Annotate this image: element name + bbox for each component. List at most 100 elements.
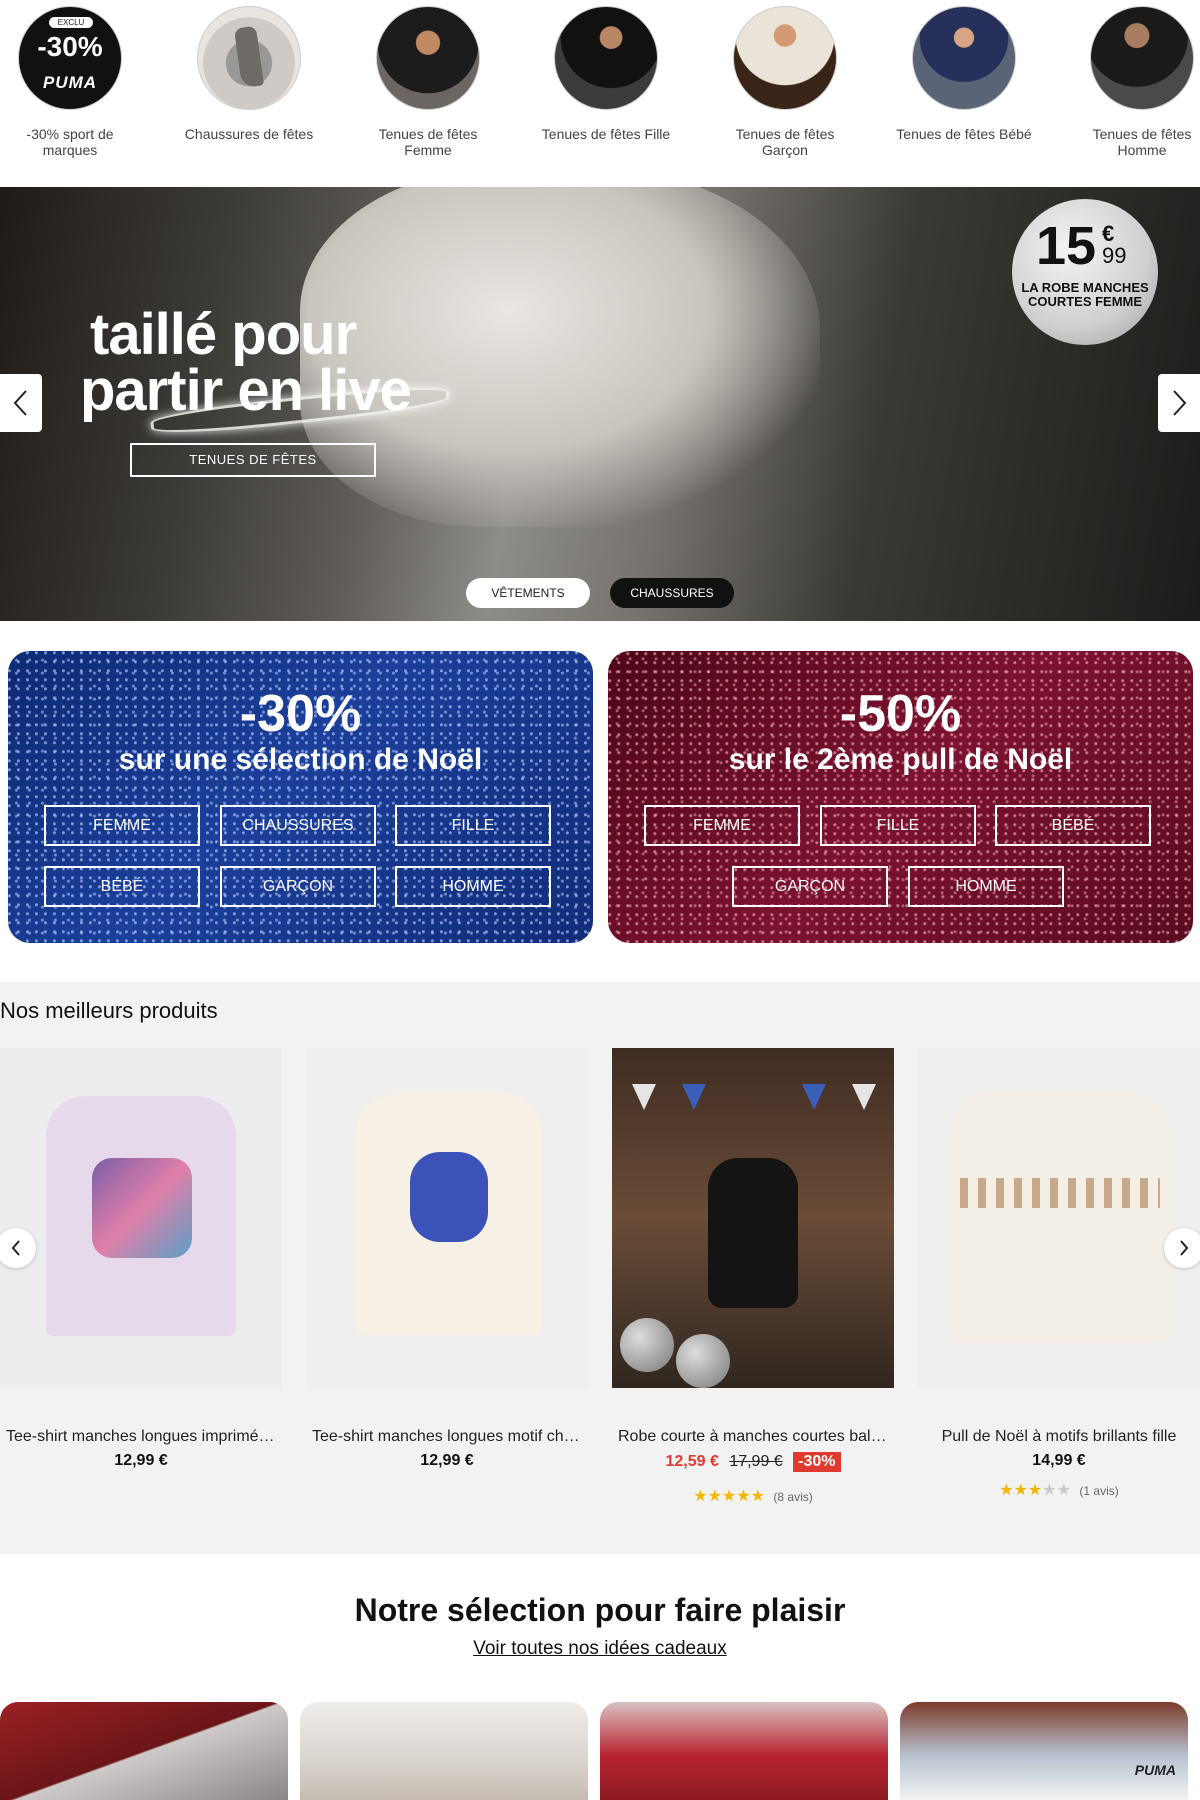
hero-next-button[interactable] <box>1158 374 1200 432</box>
gift-card-slippers[interactable] <box>300 1702 588 1800</box>
promo-block-30: -30% sur une sélection de Noël FEMME CHA… <box>8 651 593 943</box>
category-label: Tenues de fêtes Femme <box>378 126 478 158</box>
hero-headline-line1: taillé pour <box>90 302 357 367</box>
promo-button-bebe[interactable]: BÉBÉ <box>995 805 1151 846</box>
chevron-left-icon <box>11 1240 20 1256</box>
old-price: 17,99 € <box>729 1453 783 1470</box>
star-icon: ★★★ <box>999 1482 1043 1499</box>
promo-block-50: -50% sur le 2ème pull de Noël FEMME FILL… <box>608 651 1193 943</box>
product-image[interactable] <box>306 1048 588 1388</box>
product-image[interactable] <box>612 1048 894 1388</box>
promo-percent: -50% <box>839 685 962 743</box>
category-image-woman <box>376 6 480 110</box>
category-image-boy <box>733 6 837 110</box>
category-party-man[interactable]: Tenues de fêtes Homme <box>1072 6 1200 158</box>
category-label: -30% sport de marques <box>26 126 114 158</box>
promo-button-homme[interactable]: HOMME <box>908 866 1064 907</box>
category-sport-brands[interactable]: EXCLU -30% PUMA -30% sport de marques <box>0 6 140 158</box>
price-badge: 15 € 99 LA ROBE MANCHES COURTES FEMME <box>1012 199 1158 345</box>
promo-button-garcon[interactable]: GARÇON <box>220 866 376 907</box>
star-empty-icon: ★★ <box>1042 1482 1071 1499</box>
exclu-badge: EXCLU <box>49 17 93 28</box>
shirt-print <box>92 1158 192 1258</box>
product-card[interactable]: Robe courte à manches courtes ballon 12,… <box>612 1048 894 1506</box>
bunting-flag <box>852 1084 876 1110</box>
product-price: 12,99 € <box>420 1452 474 1469</box>
hero-headline: taillé pour partir en live <box>80 302 412 423</box>
disco-ball <box>676 1334 730 1388</box>
star-half-icon: ★ <box>750 1488 765 1505</box>
chevron-left-icon <box>13 390 27 416</box>
hero-pill-shoes[interactable]: CHAUSSURES <box>610 578 734 608</box>
category-label: Tenues de fêtes Bébé <box>896 126 1032 142</box>
hero-pill-clothing[interactable]: VÊTEMENTS <box>466 578 590 608</box>
hero-banner[interactable]: taillé pour partir en live TENUES DE FÊT… <box>0 187 1200 621</box>
puma-logo: PUMA <box>42 73 98 92</box>
category-party-shoes[interactable]: Chaussures de fêtes <box>179 6 319 142</box>
promo-button-femme[interactable]: FEMME <box>644 805 800 846</box>
category-label: Tenues de fêtes Garçon <box>735 126 835 158</box>
gift-card-puma-socks[interactable]: PUMA <box>900 1702 1188 1800</box>
product-price: 12,99 € <box>114 1452 168 1469</box>
star-icon: ★★★★ <box>693 1488 751 1505</box>
products-next-button[interactable] <box>1164 1228 1200 1268</box>
promo-button-femme[interactable]: FEMME <box>44 805 200 846</box>
disco-ball <box>620 1318 674 1372</box>
sale-price: 12,59 € <box>665 1453 719 1470</box>
review-count: (8 avis) <box>773 1490 813 1504</box>
promo-subtitle: sur le 2ème pull de Noël <box>728 743 1073 776</box>
selection-title: Notre sélection pour faire plaisir <box>354 1592 846 1628</box>
hero-prev-button[interactable] <box>0 374 42 432</box>
category-image-girl <box>554 6 658 110</box>
promo-button-garcon[interactable]: GARÇON <box>732 866 888 907</box>
category-party-girl[interactable]: Tenues de fêtes Fille <box>536 6 676 142</box>
category-label: Chaussures de fêtes <box>184 126 314 142</box>
gift-card-sweaters[interactable] <box>0 1702 288 1800</box>
gift-card-christmas-outfits[interactable] <box>600 1702 888 1800</box>
price-description: LA ROBE MANCHES COURTES FEMME <box>1021 280 1149 309</box>
category-label: Tenues de fêtes Homme <box>1092 126 1192 158</box>
rating-stars[interactable]: ★★★★★ (8 avis) <box>612 1486 894 1506</box>
promo-subtitle: sur une sélection de Noël <box>118 743 483 776</box>
product-name[interactable]: Pull de Noël à motifs brillants fille <box>918 1428 1200 1446</box>
category-party-woman[interactable]: Tenues de fêtes Femme <box>358 6 498 158</box>
shirt-print <box>410 1152 488 1242</box>
rating-stars[interactable]: ★★★★★ (1 avis) <box>918 1480 1200 1500</box>
discount-badge: -30% <box>793 1452 841 1472</box>
product-image[interactable] <box>918 1048 1200 1388</box>
price-cents: 99 <box>1102 243 1127 268</box>
product-name[interactable]: Robe courte à manches courtes ballon <box>612 1428 894 1446</box>
bunting-flag <box>682 1084 706 1110</box>
product-card[interactable]: Tee-shirt manches longues imprimé KPOP D… <box>0 1048 282 1470</box>
category-image-man <box>1090 6 1194 110</box>
product-price: 14,99 € <box>1032 1452 1086 1469</box>
chevron-right-icon <box>1173 390 1187 416</box>
product-card[interactable]: Pull de Noël à motifs brillants fille 14… <box>918 1048 1200 1500</box>
product-price: 12,59 € 17,99 € -30% <box>612 1452 894 1472</box>
bunting-flag <box>802 1084 826 1110</box>
price-euros: 15 <box>1036 216 1097 276</box>
product-image[interactable] <box>0 1048 282 1388</box>
promo-button-bebe[interactable]: BÉBÉ <box>44 866 200 907</box>
promo-button-fille[interactable]: FILLE <box>820 805 976 846</box>
hero-headline-line2: partir en live <box>80 358 412 423</box>
product-card[interactable]: Tee-shirt manches longues motif chat KPO… <box>306 1048 588 1470</box>
category-party-baby[interactable]: Tenues de fêtes Bébé <box>894 6 1034 142</box>
promo-button-fille[interactable]: FILLE <box>395 805 551 846</box>
category-image-baby <box>912 6 1016 110</box>
hero-cta-button[interactable]: TENUES DE FÊTES <box>130 443 376 477</box>
category-image-puma: EXCLU -30% PUMA <box>18 6 122 110</box>
bunting-flag <box>632 1084 656 1110</box>
promo-button-chaussures[interactable]: CHAUSSURES <box>220 805 376 846</box>
chevron-right-icon <box>1180 1240 1189 1256</box>
promo-button-homme[interactable]: HOMME <box>395 866 551 907</box>
gift-ideas-link[interactable]: Voir toutes nos idées cadeaux <box>0 1638 1200 1660</box>
puma-logo: PUMA <box>1134 1762 1176 1778</box>
category-image-shoes <box>197 6 301 110</box>
section-title: Nos meilleurs produits <box>0 998 218 1023</box>
category-party-boy[interactable]: Tenues de fêtes Garçon <box>715 6 855 158</box>
promo-percent: -30% <box>239 685 362 743</box>
category-label: Tenues de fêtes Fille <box>541 126 671 142</box>
product-name[interactable]: Tee-shirt manches longues motif chat KPO… <box>306 1428 588 1446</box>
product-name[interactable]: Tee-shirt manches longues imprimé KPOP D… <box>0 1428 282 1446</box>
